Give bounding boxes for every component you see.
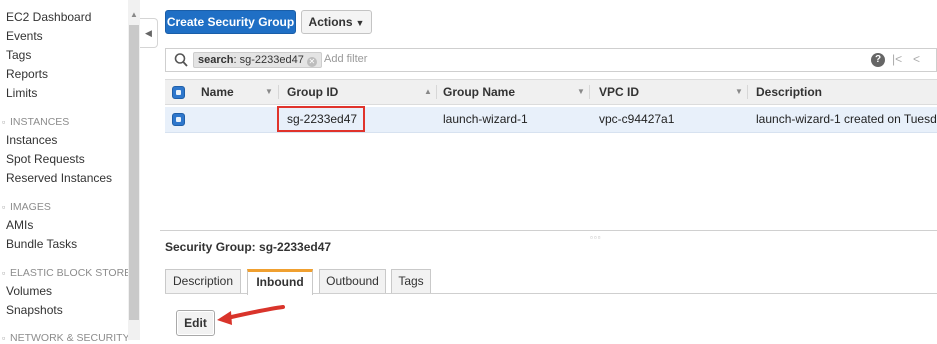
sort-icon[interactable]: ▼	[735, 80, 743, 104]
sort-icon[interactable]: ▼	[577, 80, 585, 104]
section-header-images[interactable]: ▫ IMAGES	[2, 201, 51, 213]
collapse-toggle-icon: ▫	[2, 268, 6, 278]
filter-token-key: search	[198, 54, 234, 66]
section-header-network-security[interactable]: ▫ NETWORK & SECURITY	[2, 332, 130, 344]
sort-ascending-icon[interactable]: ▲	[424, 80, 432, 104]
group-id-highlight-box	[277, 106, 365, 132]
sidebar-item-spot-requests[interactable]: Spot Requests	[6, 152, 85, 166]
sidebar-item-amis[interactable]: AMIs	[6, 218, 33, 232]
column-header-description[interactable]: Description	[756, 80, 822, 104]
column-separator	[589, 85, 590, 99]
sidebar-item-reserved-instances[interactable]: Reserved Instances	[6, 171, 112, 185]
help-icon[interactable]: ?	[871, 53, 885, 67]
table-header: Name ▼ Group ID ▲ Group Name ▼ VPC ID ▼ …	[165, 79, 937, 105]
previous-page-icon[interactable]: <	[913, 52, 920, 66]
cell-description: launch-wizard-1 created on Tuesday, Ma	[756, 112, 937, 126]
collapse-toggle-icon: ▫	[2, 117, 6, 127]
sidebar-item-instances[interactable]: Instances	[6, 133, 57, 147]
column-separator	[436, 85, 437, 99]
section-title: ELASTIC BLOCK STORE	[10, 267, 132, 279]
section-title: IMAGES	[10, 201, 51, 213]
collapse-toggle-icon: ▫	[2, 202, 6, 212]
sidebar-item-ec2-dashboard[interactable]: EC2 Dashboard	[6, 10, 91, 24]
select-all-checkbox[interactable]	[172, 86, 185, 99]
sidebar-item-tags[interactable]: Tags	[6, 48, 31, 62]
chevron-left-icon: ◀	[145, 28, 152, 38]
sidebar-item-snapshots[interactable]: Snapshots	[6, 303, 63, 317]
chevron-down-icon: ▼	[355, 18, 365, 28]
sidebar-item-bundle-tasks[interactable]: Bundle Tasks	[6, 237, 77, 251]
add-filter-input[interactable]: Add filter	[324, 53, 367, 65]
tab-outbound[interactable]: Outbound	[319, 269, 386, 294]
sort-icon[interactable]: ▼	[265, 80, 273, 104]
search-icon	[174, 53, 188, 67]
details-tabs: Description Inbound Outbound Tags	[165, 269, 937, 295]
sidebar-item-volumes[interactable]: Volumes	[6, 284, 52, 298]
scroll-up-icon[interactable]: ▲	[128, 10, 140, 20]
filter-token[interactable]: search: sg-2233ed47 ✕	[193, 52, 322, 68]
section-header-elastic-block-store[interactable]: ▫ ELASTIC BLOCK STORE	[2, 267, 131, 279]
security-groups-table: Name ▼ Group ID ▲ Group Name ▼ VPC ID ▼ …	[165, 79, 937, 229]
actions-label: Actions	[308, 15, 353, 29]
red-arrow-annotation-icon	[217, 305, 285, 325]
cell-vpc-id: vpc-c94427a1	[599, 112, 675, 126]
sidebar-item-limits[interactable]: Limits	[6, 86, 37, 100]
sidebar-scrollbar-thumb[interactable]	[129, 25, 139, 320]
remove-filter-icon[interactable]: ✕	[306, 57, 317, 67]
details-title: Security Group: sg-2233ed47	[165, 240, 332, 254]
section-header-instances[interactable]: ▫ INSTANCES	[2, 116, 69, 128]
row-checkbox[interactable]	[172, 113, 185, 126]
collapse-toggle-icon: ▫	[2, 333, 6, 343]
sidebar-item-reports[interactable]: Reports	[6, 67, 48, 81]
pane-splitter[interactable]	[160, 230, 937, 231]
collapse-sidebar-button[interactable]: ◀	[140, 18, 158, 48]
sidebar-item-events[interactable]: Events	[6, 29, 43, 43]
section-title: NETWORK & SECURITY	[10, 332, 130, 344]
tab-description[interactable]: Description	[165, 269, 241, 294]
section-title: INSTANCES	[10, 116, 70, 128]
drag-handle-icon[interactable]: ▫▫▫	[590, 233, 602, 242]
tab-tags[interactable]: Tags	[391, 269, 431, 294]
column-separator	[747, 85, 748, 99]
column-header-vpc-id[interactable]: VPC ID	[599, 80, 639, 104]
column-separator	[278, 85, 279, 99]
column-header-name[interactable]: Name	[201, 80, 234, 104]
column-header-group-id[interactable]: Group ID	[287, 80, 338, 104]
cell-group-name: launch-wizard-1	[443, 112, 528, 126]
filter-bar[interactable]: search: sg-2233ed47 ✕ Add filter ? |< <	[165, 48, 937, 72]
actions-dropdown-button[interactable]: Actions ▼	[301, 10, 372, 34]
filter-token-value: : sg-2233ed47	[233, 54, 304, 66]
edit-button[interactable]: Edit	[176, 310, 215, 336]
first-page-icon[interactable]: |<	[892, 52, 902, 66]
tab-inbound[interactable]: Inbound	[247, 269, 313, 295]
column-header-group-name[interactable]: Group Name	[443, 80, 515, 104]
create-security-group-button[interactable]: Create Security Group	[165, 10, 296, 34]
sidebar: EC2 Dashboard Events Tags Reports Limits…	[0, 0, 140, 344]
